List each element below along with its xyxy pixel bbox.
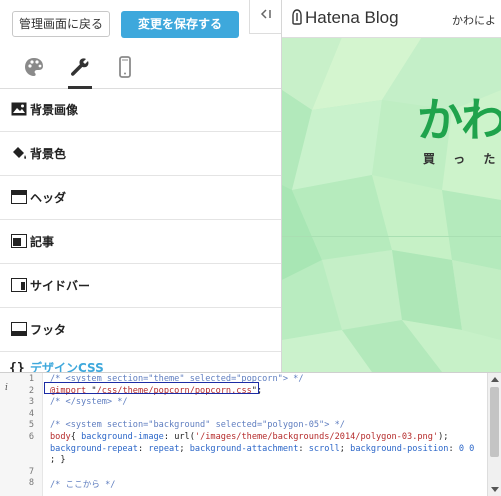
hatena-blog-logo-text: Hatena Blog <box>305 8 399 27</box>
import-line-highlight <box>44 382 259 394</box>
code-token: ; <box>339 443 351 454</box>
code-token: : url( <box>163 432 195 442</box>
braces-icon: {} <box>9 361 25 372</box>
menu-item-label: フッタ <box>30 323 67 337</box>
line-number: 4 <box>28 408 34 419</box>
code-line: /* </system> */ <box>50 397 128 407</box>
collapse-panel-button[interactable] <box>249 0 281 34</box>
wrench-icon <box>70 58 89 76</box>
line-number: 3 <box>28 397 34 408</box>
settings-tabs <box>0 46 281 89</box>
mobile-icon <box>119 56 131 78</box>
menu-item-header[interactable]: ヘッダ <box>0 176 281 220</box>
line-number: 2 <box>28 385 34 396</box>
polygon-background-pattern <box>282 37 501 372</box>
collapse-arrow-icon <box>260 9 271 19</box>
scrollbar-thumb[interactable] <box>490 387 499 457</box>
code-line: /* ここから */ <box>50 478 115 490</box>
hatena-blog-logo[interactable]: Hatena Blog <box>292 8 399 28</box>
code-token: 0 0 <box>458 443 475 454</box>
tab-customize[interactable] <box>65 52 95 89</box>
sidebar-layout-icon <box>11 278 27 292</box>
scroll-up-arrow-icon[interactable] <box>491 377 499 382</box>
tab-mobile[interactable] <box>110 52 140 82</box>
menu-item-label: サイドバー <box>30 279 91 293</box>
code-token: repeat <box>148 443 180 454</box>
code-line: body{ background-image: url('/images/the… <box>50 432 448 442</box>
info-marker-icon: i <box>5 383 8 393</box>
menu-item-label: 背景色 <box>30 147 67 161</box>
code-token: { <box>70 432 82 442</box>
back-to-admin-button[interactable]: 管理画面に戻る <box>12 11 110 37</box>
preview-divider <box>282 236 501 237</box>
hatena-pen-icon <box>292 9 302 25</box>
code-token: : <box>137 443 149 454</box>
code-token: background-image <box>81 432 164 442</box>
code-token: ); <box>438 432 449 442</box>
image-icon <box>11 102 27 116</box>
palette-icon <box>25 58 43 76</box>
menu-item-label: 記事 <box>30 235 55 249</box>
code-token: : <box>298 443 309 454</box>
header-layout-icon <box>11 190 27 204</box>
code-token: background-attachment <box>189 443 299 454</box>
css-code-editor[interactable]: 12345678 i /* <system section="theme" se… <box>0 372 501 496</box>
code-line: ; } <box>50 455 66 465</box>
menu-item-background-image[interactable]: 背景画像 <box>0 88 281 132</box>
code-line: background-repeat: repeat; background-at… <box>50 444 474 454</box>
menu-item-label: デザインCSS <box>30 361 104 372</box>
menu-item-label: 背景画像 <box>30 103 79 117</box>
line-number: 6 <box>28 432 34 442</box>
menu-item-label: ヘッダ <box>30 191 67 205</box>
settings-toolbar: 管理画面に戻る 変更を保存する <box>0 0 281 46</box>
code-token: body <box>50 432 71 442</box>
blog-preview: Hatena Blog かわによ かわ 買 っ た モ <box>282 0 501 372</box>
code-token: background-repeat <box>50 443 138 454</box>
menu-item-design-css[interactable]: {} デザインCSS <box>0 352 281 372</box>
blog-user-link[interactable]: かわによ <box>452 12 496 28</box>
line-number: 1 <box>28 374 34 384</box>
code-token: background-position <box>350 443 449 454</box>
code-token: ; <box>179 443 190 454</box>
code-line: /* <system section="background" selected… <box>50 420 345 430</box>
menu-item-sidebar[interactable]: サイドバー <box>0 264 281 308</box>
code-token: /* <system section="background" selected… <box>50 420 345 431</box>
save-changes-button[interactable]: 変更を保存する <box>121 11 239 38</box>
paint-bucket-icon <box>13 147 27 159</box>
article-layout-icon <box>11 234 27 248</box>
code-token: ; } <box>50 455 66 466</box>
blog-title[interactable]: かわ <box>417 84 501 150</box>
line-number: 5 <box>28 420 34 431</box>
blog-description: 買 っ た モ <box>423 152 501 166</box>
hatena-blog-header: Hatena Blog かわによ <box>282 0 501 38</box>
tab-design[interactable] <box>19 52 49 82</box>
menu-item-article[interactable]: 記事 <box>0 220 281 264</box>
theme-settings-panel: 管理画面に戻る 変更を保存する 背景画像 背景色 ヘッダ 記事 サイドバー フッ… <box>0 0 282 372</box>
code-token: '/images/theme/backgrounds/2014/polygon-… <box>194 432 439 442</box>
code-token: : <box>448 443 459 454</box>
code-token: /* ここから */ <box>50 480 116 491</box>
menu-item-background-color[interactable]: 背景色 <box>0 132 281 176</box>
scroll-down-arrow-icon[interactable] <box>491 487 499 492</box>
menu-item-footer[interactable]: フッタ <box>0 308 281 352</box>
line-number: 8 <box>28 478 34 489</box>
line-number: 7 <box>28 466 34 477</box>
code-token: /* </system> */ <box>50 397 128 408</box>
footer-layout-icon <box>11 322 27 336</box>
code-token: scroll <box>308 443 340 454</box>
editor-scrollbar[interactable] <box>487 373 501 496</box>
